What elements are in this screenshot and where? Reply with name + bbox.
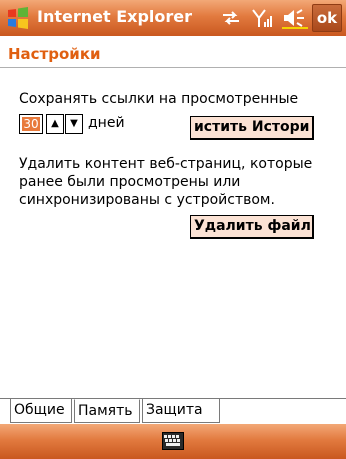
history-days-unit: дней [88,115,125,131]
bottom-bar [0,424,346,459]
app-title: Internet Explorer [37,7,193,26]
delete-files-button[interactable]: Удалить файль [190,215,314,239]
history-label: Сохранять ссылки на просмотренные [19,91,299,107]
clear-history-button[interactable]: истить Истори [190,116,314,140]
page-title: Настройки [8,45,101,63]
cache-label-line-1: Удалить контент веб-страниц, которые [19,156,313,172]
tab-memory[interactable]: Память [74,399,140,423]
connectivity-icon[interactable] [220,7,242,29]
volume-icon[interactable] [282,7,308,29]
title-bar: Internet Explorer ok [0,0,346,36]
cache-label-line-2: ранее были просмотрены или [19,174,241,190]
spin-up-button[interactable]: ▲ [46,114,64,134]
history-days-input[interactable]: 30 [19,114,43,134]
cache-label-line-3: синхронизированы с устройством. [19,192,275,208]
history-days-value: 30 [22,117,40,131]
header-divider [0,67,346,68]
windows-start-icon[interactable] [4,4,32,32]
tab-security[interactable]: Защита [142,399,220,423]
signal-strength-icon[interactable] [251,7,273,29]
ok-button[interactable]: ok [312,4,342,32]
keyboard-icon[interactable] [162,432,184,450]
spin-down-button[interactable]: ▼ [65,114,83,134]
tab-general[interactable]: Общие [10,399,72,423]
